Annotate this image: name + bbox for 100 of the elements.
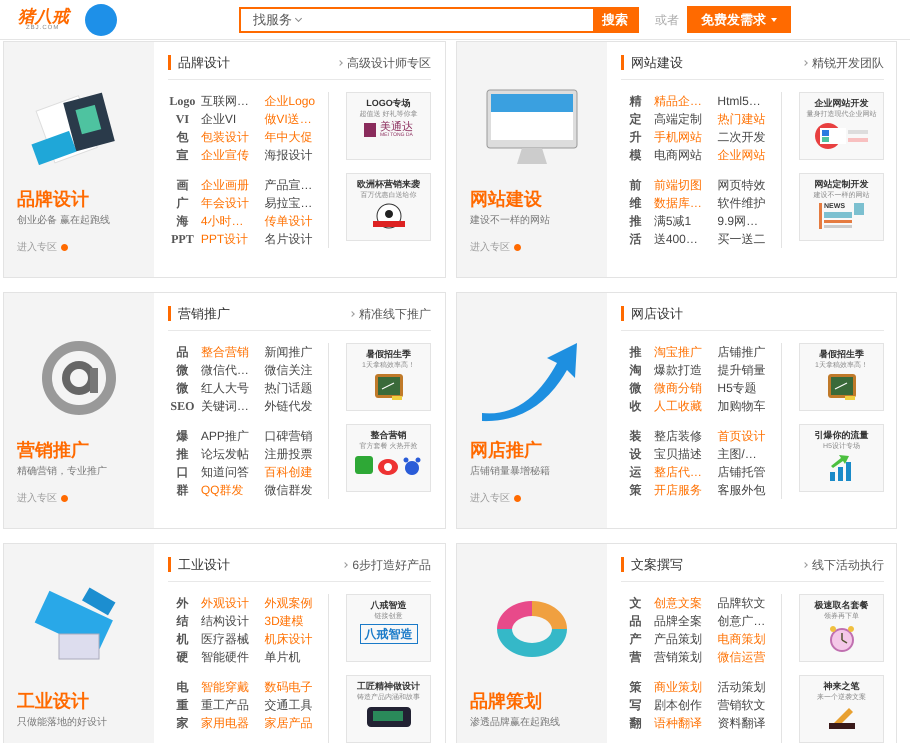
row-label: 运 — [628, 464, 642, 480]
row-label: 重 — [175, 696, 190, 714]
chevron-icon — [337, 60, 343, 66]
service-link[interactable]: 注册投票 — [264, 444, 324, 462]
banner-title: 品牌策划 — [470, 690, 543, 712]
more-link[interactable]: 6步打造好产品 — [343, 556, 431, 574]
logo-mark-icon — [364, 122, 376, 136]
more-link[interactable]: 线下活动执行 — [803, 556, 884, 574]
more-link[interactable]: 高级设计师专区 — [338, 54, 431, 72]
section-title: 网店设计 — [631, 305, 683, 323]
service-link[interactable]: 提升销量 — [717, 360, 777, 378]
service-link[interactable]: 企业VI — [200, 110, 260, 128]
promo-title: LOGO专场 — [366, 98, 411, 108]
service-link[interactable]: 高端定制 — [654, 110, 714, 128]
service-link[interactable]: 微信群发 — [264, 480, 324, 498]
service-link[interactable]: 品牌全案 — [654, 612, 714, 630]
service-link[interactable]: 产品宣… — [264, 176, 324, 194]
service-link[interactable]: 客服外包 — [717, 480, 777, 498]
service-link[interactable]: 海报设计 — [264, 146, 324, 164]
service-link[interactable]: 店铺托管 — [717, 462, 777, 480]
banner-title: 品牌设计 — [17, 188, 90, 210]
service-link[interactable]: 店铺推广 — [717, 342, 777, 360]
or-text: 或者 — [655, 12, 679, 28]
promo-title: 工匠精神做设计 — [357, 682, 420, 690]
category-dropdown[interactable]: 找服务 — [253, 10, 301, 30]
row-label: 宣 — [175, 146, 190, 164]
more-link[interactable]: 精锐开发团队 — [803, 54, 884, 72]
row-label: SEO — [169, 398, 196, 414]
row-label: 翻 — [628, 714, 642, 732]
service-link[interactable]: 整店装修 — [654, 426, 714, 444]
promo-title: 网站定制开发 — [814, 180, 868, 188]
service-link[interactable]: 智能硬件 — [200, 648, 260, 666]
service-link[interactable]: 网页特效 — [717, 176, 777, 194]
service-link[interactable]: 满5减1 — [654, 212, 714, 230]
banner-slogan: 精确营销，专业推广 — [17, 464, 108, 478]
service-link[interactable]: 9.9网… — [717, 212, 777, 230]
title-accent-bar — [621, 306, 624, 322]
service-link[interactable]: 品牌软文 — [717, 594, 777, 612]
service-link[interactable]: 电商网站 — [654, 146, 714, 164]
row-label: VI — [174, 110, 190, 128]
service-link[interactable]: 论坛发帖 — [200, 444, 260, 462]
service-link[interactable]: 微信关注 — [264, 360, 324, 378]
section-title: 文案撰写 — [631, 556, 683, 574]
service-link[interactable]: 新闻推广 — [264, 342, 324, 360]
service-link[interactable]: 关键词… — [200, 396, 260, 414]
service-link[interactable]: 结构设计 — [200, 612, 260, 630]
service-link[interactable]: APP推广 — [200, 426, 260, 444]
row-label: 写 — [628, 696, 642, 714]
row-label: 爆 — [175, 428, 190, 444]
row-label: 电 — [175, 678, 190, 696]
row-label: 升 — [628, 128, 642, 146]
service-link[interactable]: 资料翻译 — [717, 714, 777, 732]
service-link[interactable]: 重工产品 — [200, 696, 260, 714]
service-link[interactable]: 活动策划 — [717, 678, 777, 696]
service-link[interactable]: 知道问答 — [200, 462, 260, 480]
service-link[interactable]: H5专题 — [717, 378, 777, 396]
service-link[interactable]: 热门话题 — [264, 378, 324, 396]
promo-title: 暑假招生季 — [819, 350, 864, 358]
service-link[interactable]: 红人大号 — [200, 378, 260, 396]
service-link[interactable]: 创意广… — [717, 612, 777, 630]
service-link[interactable]: 易拉宝… — [264, 194, 324, 212]
service-link[interactable]: 名片设计 — [264, 230, 324, 248]
service-link[interactable]: 宝贝描述 — [654, 444, 714, 462]
service-link[interactable]: 送400… — [654, 230, 714, 248]
title-accent-bar — [168, 55, 171, 70]
promo-title: 欧洲杯营销来袭 — [357, 180, 420, 188]
title-accent-bar — [621, 557, 624, 572]
row-label: 推 — [175, 446, 190, 462]
promo-title: 引爆你的流量 — [814, 430, 868, 440]
service-link[interactable]: 单片机 — [264, 648, 324, 666]
service-link[interactable]: 剧本创作 — [654, 696, 714, 714]
logo-text: 美通达 — [380, 122, 413, 132]
service-link[interactable]: 买一送二 — [717, 230, 777, 248]
service-link[interactable]: 产品策划 — [654, 630, 714, 648]
chevron-icon — [342, 562, 348, 568]
row-label: 精 — [628, 92, 642, 110]
service-link[interactable]: 软件维护 — [717, 194, 777, 212]
more-link[interactable]: 精准线下推广 — [350, 304, 431, 323]
service-link[interactable]: 营销软文 — [717, 696, 777, 714]
service-link[interactable]: 加购物车 — [717, 396, 777, 414]
row-label: 家 — [175, 714, 190, 732]
search-field[interactable]: 找服务 搜索 — [239, 6, 639, 32]
banner-title: 营销推广 — [17, 439, 90, 462]
service-link[interactable]: 爆款打造 — [654, 360, 714, 378]
banner-slogan: 创业必备 赢在起跑线 — [17, 214, 111, 228]
service-link[interactable]: 主图/… — [717, 444, 777, 462]
service-link[interactable]: Html5… — [717, 92, 777, 110]
promo-title: 极速取名套餐 — [814, 600, 868, 610]
service-link[interactable]: 交通工具 — [264, 696, 324, 714]
service-link[interactable]: 外链代发 — [264, 396, 324, 414]
service-link[interactable]: 口碑营销 — [264, 426, 324, 444]
service-link[interactable]: 营销策划 — [654, 648, 714, 666]
title-accent-bar — [168, 557, 171, 572]
service-link[interactable]: 医疗器械 — [200, 630, 260, 648]
service-link[interactable]: 二次开发 — [717, 128, 777, 146]
row-label: 策 — [628, 678, 642, 696]
row-label: 群 — [175, 482, 190, 498]
service-link[interactable]: 微信代… — [200, 360, 260, 378]
service-link[interactable]: 互联网… — [200, 92, 260, 110]
promo-title: 暑假招生季 — [366, 350, 411, 358]
